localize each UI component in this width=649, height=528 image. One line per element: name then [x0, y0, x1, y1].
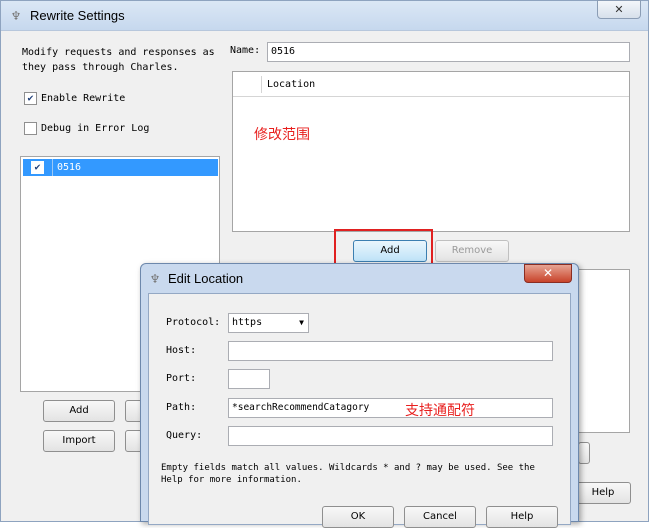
check-icon: ✔: [24, 92, 37, 105]
rewrite-rules-panel[interactable]: [578, 269, 630, 433]
path-input[interactable]: *searchRecommendCatagory: [228, 398, 553, 418]
close-icon: ✕: [542, 266, 554, 280]
list-item[interactable]: ✔ 0516: [23, 159, 218, 176]
dialog-help-button[interactable]: Help: [486, 506, 558, 528]
ok-button[interactable]: OK: [322, 506, 394, 528]
debug-log-checkbox[interactable]: Debug in Error Log: [24, 122, 149, 135]
enable-rewrite-checkbox[interactable]: ✔ Enable Rewrite: [24, 92, 125, 105]
window-title: Rewrite Settings: [30, 8, 125, 23]
path-value: *searchRecommendCatagory: [232, 402, 370, 413]
highlight-box: [334, 229, 433, 266]
name-label: Name:: [230, 45, 261, 56]
wildcard-annotation: 支持通配符: [405, 403, 475, 419]
close-button[interactable]: ✕: [597, 0, 641, 19]
location-column-header[interactable]: Location: [267, 79, 315, 90]
query-input[interactable]: [228, 426, 553, 446]
dialog-title: Edit Location: [168, 271, 244, 286]
scope-annotation: 修改范围: [254, 127, 310, 143]
app-icon: ♆: [149, 272, 161, 286]
add-rule-button[interactable]: Add: [43, 400, 115, 422]
chevron-down-icon: ▼: [299, 318, 304, 327]
rule-name: 0516: [57, 162, 82, 173]
close-icon: ✕: [614, 3, 624, 16]
protocol-label: Protocol:: [166, 317, 221, 328]
description-text: Modify requests and responses as they pa…: [22, 47, 215, 73]
dialog-body: Protocol: https ▼ Host: Port: Path: *sea…: [148, 293, 571, 528]
host-input[interactable]: [228, 341, 553, 361]
protocol-select[interactable]: https ▼: [228, 313, 309, 333]
protocol-value: https: [232, 317, 263, 328]
rule-button[interactable]: [578, 442, 590, 464]
window-titlebar: ♆ Rewrite Settings ✕: [1, 0, 648, 31]
location-table[interactable]: Location: [232, 71, 630, 232]
column-divider: [52, 159, 53, 176]
import-button[interactable]: Import: [43, 430, 115, 452]
empty-checkbox-icon: [24, 122, 37, 135]
column-divider: [261, 76, 262, 93]
dialog-close-button[interactable]: ✕: [524, 264, 572, 283]
port-input[interactable]: [228, 369, 270, 389]
enable-rewrite-label: Enable Rewrite: [41, 93, 126, 104]
query-label: Query:: [166, 430, 203, 441]
port-label: Port:: [166, 373, 197, 384]
edit-location-dialog: ♆ Edit Location ✕ Protocol: https ▼ Host…: [140, 263, 579, 528]
help-hint-text: Empty fields match all values. Wildcards…: [161, 463, 535, 485]
path-label: Path:: [166, 402, 197, 413]
cancel-button[interactable]: Cancel: [404, 506, 476, 528]
help-button[interactable]: Help: [575, 482, 631, 504]
table-header: Location: [233, 72, 629, 97]
host-label: Host:: [166, 345, 197, 356]
remove-location-button[interactable]: Remove: [435, 240, 509, 262]
name-input[interactable]: 0516: [267, 42, 630, 62]
debug-log-label: Debug in Error Log: [41, 123, 150, 134]
app-icon: ♆: [10, 9, 22, 23]
check-icon[interactable]: ✔: [31, 161, 44, 174]
